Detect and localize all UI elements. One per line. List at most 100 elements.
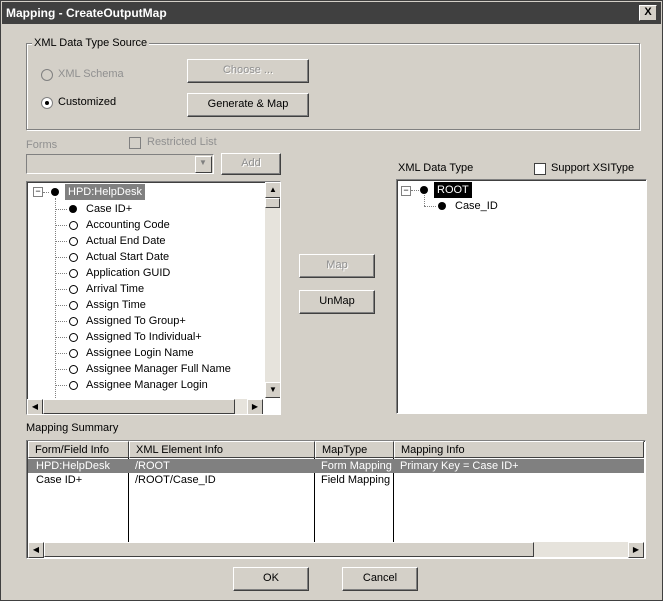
tree-line [55,353,67,354]
tree-line [55,289,67,290]
scroll-thumb[interactable] [265,198,280,208]
tree-line [55,225,67,226]
form-field-item[interactable]: Assignee Manager Full Name [86,361,231,377]
xml-child-node-icon [438,202,446,210]
field-icon [69,365,78,374]
tree-line [55,257,67,258]
form-field-item[interactable]: Assignee Manager Login [86,377,208,393]
unmap-button[interactable]: UnMap [299,290,375,314]
cell-form-field: Case ID+ [36,474,83,486]
tree-line [55,273,67,274]
tree-line [411,190,419,191]
form-field-item[interactable]: Assigned To Group+ [86,313,186,329]
close-button[interactable]: X [639,5,657,21]
tree-line [55,198,56,398]
scroll-left-icon[interactable]: ◀ [27,399,43,414]
form-field-item[interactable]: Accounting Code [86,217,170,233]
add-button[interactable]: Add [221,153,281,175]
xml-root-node-icon [420,186,428,194]
customized-radio[interactable] [41,97,53,109]
col-header-xml-element[interactable]: XML Element Info [129,441,315,458]
field-icon [69,237,78,246]
scroll-thumb[interactable] [43,399,235,414]
title-bar[interactable]: Mapping - CreateOutputMap X [2,2,661,24]
form-node-icon [51,188,59,196]
form-field-item[interactable]: Application GUID [86,265,170,281]
support-xsitype-label: Support XSIType [551,162,635,174]
cell-maptype: Field Mapping [321,474,391,486]
form-field-item[interactable]: Assigned To Individual+ [86,329,202,345]
form-field-tree[interactable]: − HPD:HelpDesk Case ID+ Accounting Code Ac… [26,181,281,415]
cancel-button[interactable]: Cancel [342,567,418,591]
generate-map-button[interactable]: Generate & Map [187,93,309,117]
forms-label: Forms [26,139,58,151]
customized-label: Customized [58,96,117,108]
tree-line [43,192,49,193]
scroll-right-icon[interactable]: ▶ [247,399,263,414]
field-icon [69,285,78,294]
ok-button[interactable]: OK [233,567,309,591]
field-icon [69,269,78,278]
tree-line [55,209,67,210]
restricted-list-checkbox[interactable] [129,137,141,149]
tree-line [55,369,67,370]
key-field-icon [69,205,77,213]
mapping-summary-table[interactable]: Form/Field Info XML Element Info MapType… [26,440,646,559]
field-icon [69,221,78,230]
scroll-thumb[interactable] [44,542,534,557]
form-field-item[interactable]: Assignee Login Name [86,345,194,361]
xml-data-type-label: XML Data Type [398,162,474,174]
table-row[interactable]: HPD:HelpDesk /ROOT Form Mapping Primary … [28,459,644,473]
xml-schema-label: XML Schema [58,68,124,80]
form-field-item[interactable]: Actual End Date [86,233,166,249]
scroll-up-icon[interactable]: ▲ [265,182,280,198]
field-icon [69,317,78,326]
scroll-down-icon[interactable]: ▼ [265,382,280,398]
form-field-item[interactable]: Assign Time [86,297,146,313]
xml-tree[interactable]: − ROOT Case_ID [396,179,647,414]
tree-line [424,195,425,206]
table-row[interactable]: Case ID+ /ROOT/Case_ID Field Mapping [28,473,644,487]
xml-schema-radio[interactable] [41,69,53,81]
form-tree-hscroll[interactable]: ◀ ▶ [27,399,263,414]
form-field-item[interactable]: Arrival Time [86,281,144,297]
tree-line [55,241,67,242]
tree-line [55,305,67,306]
field-icon [69,333,78,342]
tree-root-label[interactable]: HPD:HelpDesk [65,184,145,200]
restricted-list-label: Restricted List [147,136,217,148]
field-icon [69,253,78,262]
tree-line [424,206,436,207]
scroll-right-icon[interactable]: ▶ [628,542,644,558]
form-field-item[interactable]: Case ID+ [86,201,132,217]
xml-root-label[interactable]: ROOT [434,182,472,198]
form-field-item[interactable]: Actual Start Date [86,249,169,265]
forms-combo[interactable]: ▼ [26,154,214,174]
col-header-maptype[interactable]: MapType [315,441,394,458]
window-title: Mapping - CreateOutputMap [6,6,167,20]
col-header-form-field[interactable]: Form/Field Info [28,441,129,458]
tree-line [55,321,67,322]
col-header-mapping-info[interactable]: Mapping Info [394,441,644,458]
mapping-dialog: Mapping - CreateOutputMap X XML Data Typ… [0,0,663,601]
cell-xml-element: /ROOT [135,460,170,472]
scroll-left-icon[interactable]: ◀ [28,542,44,558]
tree-line [55,385,67,386]
xml-source-legend: XML Data Type Source [32,37,150,49]
tree-collapse-icon[interactable]: − [401,186,411,196]
cell-form-field: HPD:HelpDesk [36,460,110,472]
cell-mapping-info: Primary Key = Case ID+ [400,460,519,472]
tree-collapse-icon[interactable]: − [33,187,43,197]
mapping-summary-label: Mapping Summary [26,422,119,434]
combo-dropdown-icon[interactable]: ▼ [195,156,212,173]
map-button[interactable]: Map [299,254,375,278]
choose-button[interactable]: Choose ... [187,59,309,83]
field-icon [69,381,78,390]
xml-child-label[interactable]: Case_ID [455,198,498,214]
tree-line [55,337,67,338]
support-xsitype-checkbox[interactable] [534,163,546,175]
form-tree-vscroll[interactable]: ▲ ▼ [265,182,280,398]
field-icon [69,349,78,358]
summary-hscroll[interactable]: ◀ ▶ [28,542,644,558]
xml-source-group [26,43,640,130]
